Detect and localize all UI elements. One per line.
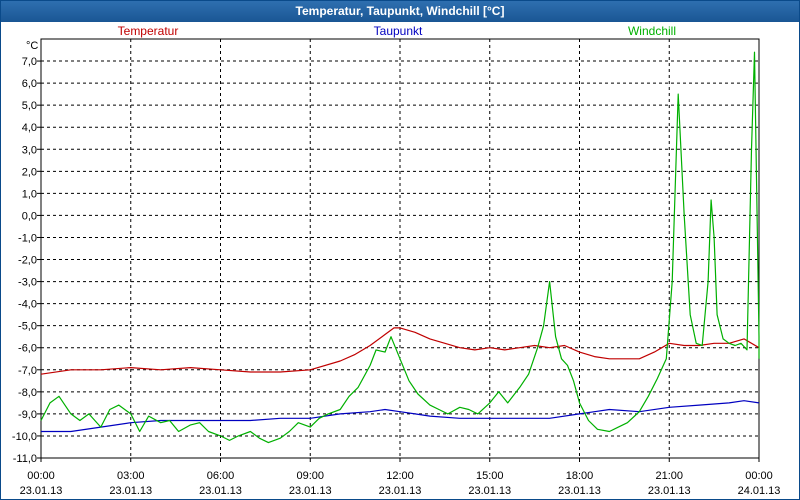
x-tick-time: 15:00 [476, 470, 504, 482]
y-tick-label: -6,0 [18, 343, 37, 355]
x-tick-date: 23.01.13 [109, 485, 152, 497]
x-tick-time: 18:00 [566, 470, 594, 482]
x-tick-date: 23.01.13 [648, 485, 691, 497]
legend-windchill: Windchill [628, 24, 676, 38]
y-tick-label: -7,0 [18, 365, 37, 377]
legend-temperatur: Temperatur [118, 24, 179, 38]
x-tick-date: 23.01.13 [199, 485, 242, 497]
y-tick-label: -8,0 [18, 387, 37, 399]
y-axis: 7,0 6,0 5,0 4,0 3,0 2,0 1,0 0,0 -1,0 -2,0 -3,0 -4,0… [12, 56, 41, 465]
x-tick-time: 21:00 [655, 470, 683, 482]
x-tick-time: 06:00 [207, 470, 235, 482]
y-tick-label: 1,0 [22, 188, 37, 200]
legend: Temperatur Taupunkt Windchill [118, 24, 676, 38]
y-tick-label: 2,0 [22, 166, 37, 178]
y-tick-label: 3,0 [22, 144, 37, 156]
y-tick-label: 6,0 [22, 78, 37, 90]
y-axis-unit: °C [26, 40, 38, 52]
x-tick-date: 24.01.13 [738, 485, 781, 497]
y-tick-label: -1,0 [18, 232, 37, 244]
y-tick-label: -10,0 [12, 431, 37, 443]
x-axis: 00:00 23.01.13 03:00 23.01.13 06:00 23.01.13 0… [20, 458, 781, 497]
legend-taupunkt: Taupunkt [374, 24, 423, 38]
x-tick-date: 23.01.13 [289, 485, 332, 497]
series-line-windchill [40, 51, 760, 444]
y-tick-label: -9,0 [18, 409, 37, 421]
y-tick-label: -4,0 [18, 299, 37, 311]
x-tick-time: 12:00 [386, 470, 414, 482]
x-tick-date: 23.01.13 [379, 485, 422, 497]
x-tick-time: 00:00 [745, 470, 773, 482]
x-tick-date: 23.01.13 [20, 485, 63, 497]
line-chart: 7,0 6,0 5,0 4,0 3,0 2,0 1,0 0,0 -1,0 -2,0 -3,0 -4,0… [12, 24, 781, 497]
series-lines [40, 51, 760, 444]
x-tick-time: 09:00 [296, 470, 324, 482]
y-tick-label: 4,0 [22, 122, 37, 134]
x-tick-time: 03:00 [117, 470, 145, 482]
x-tick-date: 23.01.13 [558, 485, 601, 497]
y-tick-label: -11,0 [13, 453, 37, 465]
grid [41, 39, 759, 459]
y-tick-label: 7,0 [22, 56, 37, 68]
x-tick-date: 23.01.13 [468, 485, 511, 497]
y-tick-label: 0,0 [22, 210, 37, 222]
y-tick-label: -3,0 [18, 277, 37, 289]
x-tick-time: 00:00 [27, 470, 55, 482]
y-tick-label: -5,0 [18, 321, 37, 333]
y-tick-label: 5,0 [22, 100, 37, 112]
y-tick-label: -2,0 [18, 255, 37, 267]
